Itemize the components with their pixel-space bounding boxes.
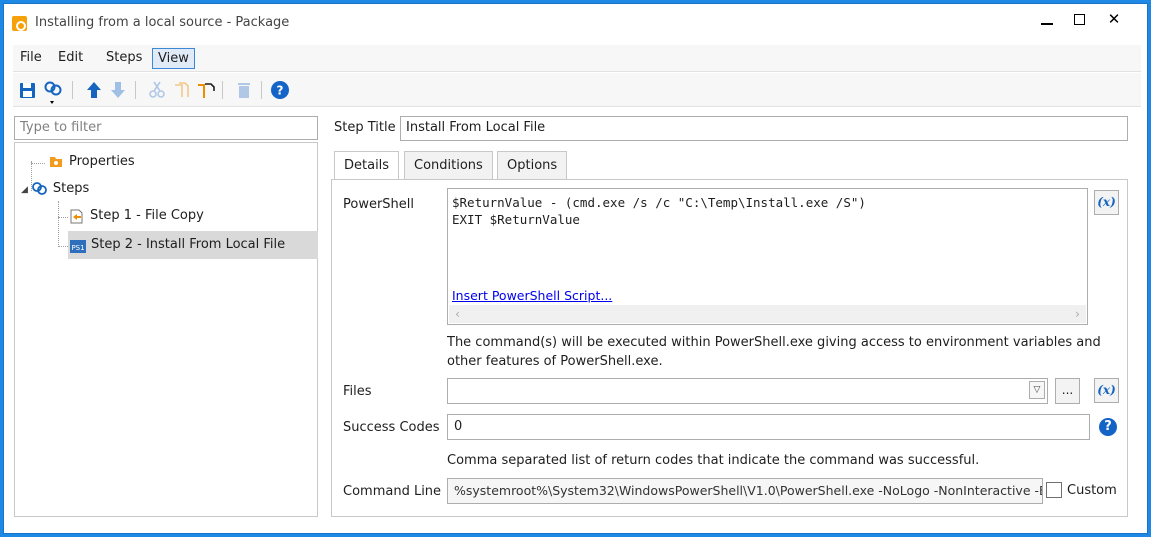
powershell-hint: The command(s) will be executed within P… [447,335,1101,369]
horizontal-scrollbar[interactable]: ‹ › [449,305,1086,323]
powershell-icon: PS1 [69,237,87,253]
title-bar[interactable]: Installing from a local source - Package… [4,4,1147,40]
move-up-icon [87,82,101,98]
copy-icon [175,82,189,97]
file-copy-icon [68,208,86,224]
tree-item-steps[interactable]: ◢ Steps [21,177,89,201]
app-window: Installing from a local source - Package… [3,3,1148,534]
cut-button[interactable] [146,79,168,101]
step-tree: Properties ◢ Steps Step 1 - File Copy PS… [14,142,318,517]
menu-edit[interactable]: Edit [53,48,88,69]
menu-steps[interactable]: Steps [101,48,147,69]
success-codes-label: Success Codes [343,420,440,435]
close-icon: ✕ [1107,10,1121,28]
toolbar-separator [72,81,73,99]
paste-icon [198,83,215,98]
powershell-code[interactable]: $ReturnValue - (cmd.exe /s /c "C:\Temp\I… [452,194,866,228]
files-combo[interactable] [447,378,1048,404]
menu-file[interactable]: File [15,48,47,69]
toolbar-separator [135,81,136,99]
paste-button[interactable] [194,79,216,101]
add-step-icon [44,81,62,104]
scroll-left-icon[interactable]: ‹ [449,306,466,322]
tab-options[interactable]: Options [497,151,568,180]
move-down-button[interactable] [107,79,129,101]
minimize-button[interactable] [1032,8,1062,32]
powershell-label: PowerShell [343,197,415,212]
step-title-input[interactable]: Install From Local File [400,116,1128,141]
custom-checkbox[interactable] [1046,482,1062,498]
window-title: Installing from a local source - Package [35,15,290,30]
tree-connector [58,201,59,247]
success-codes-input[interactable]: 0 [447,414,1090,440]
tree-item-properties[interactable]: Properties [47,150,135,174]
tree-item-label: Steps [52,181,90,196]
move-down-icon [111,82,125,98]
collapse-arrow-icon[interactable]: ◢ [21,185,28,195]
browse-files-button[interactable]: ... [1055,378,1080,404]
tree-item-label: Step 1 - File Copy [90,208,204,223]
save-button[interactable] [17,79,39,101]
step-title-label: Step Title [334,120,396,135]
command-line-label: Command Line [343,484,442,499]
svg-text:?: ? [277,84,284,98]
success-codes-hint: Comma separated list of return codes tha… [447,453,980,468]
chevron-down-icon[interactable]: ▽ [1029,381,1045,399]
minimize-icon [1041,22,1053,25]
command-line-input[interactable]: %systemroot%\System32\WindowsPowerShell\… [447,478,1043,504]
add-step-button[interactable] [42,79,64,104]
powershell-variable-button[interactable]: (x) [1094,190,1119,215]
insert-powershell-script-link[interactable]: Insert PowerShell Script... [452,288,612,303]
files-label: Files [343,384,372,399]
steps-icon [31,181,49,197]
toolbar-separator [261,81,262,99]
app-logo-icon [12,16,27,31]
tree-connector [58,246,68,247]
scroll-right-icon[interactable]: › [1069,306,1086,322]
menu-view[interactable]: View [152,48,195,69]
toolbar: ? [13,73,1141,107]
properties-icon [47,154,65,170]
maximize-button[interactable] [1064,8,1094,32]
files-variable-button[interactable]: (x) [1094,378,1119,403]
close-button[interactable]: ✕ [1099,8,1129,32]
custom-checkbox-label[interactable]: Custom [1067,483,1117,498]
delete-icon [238,83,250,98]
filter-input[interactable]: Type to filter [14,116,318,140]
move-up-button[interactable] [83,79,105,101]
tree-item-label: Step 2 - Install From Local File [91,237,286,252]
menu-bar: File Edit Steps View [13,45,1141,72]
maximize-icon [1073,14,1085,25]
tree-item-step-1[interactable]: Step 1 - File Copy [68,204,204,228]
tree-item-step-2[interactable]: PS1 Step 2 - Install From Local File [68,231,318,259]
tab-conditions[interactable]: Conditions [404,151,493,180]
toolbar-separator [222,81,223,99]
tab-details[interactable]: Details [334,151,400,181]
svg-text:PS1: PS1 [71,244,84,252]
tree-connector [58,217,68,218]
save-icon [20,83,35,98]
success-codes-help-button[interactable]: ? [1099,418,1117,436]
copy-button[interactable] [170,79,192,101]
delete-button[interactable] [233,79,255,101]
help-toolbar-button[interactable]: ? [269,79,291,101]
tree-connector [31,163,45,164]
help-icon: ? [271,81,289,99]
powershell-editor[interactable]: $ReturnValue - (cmd.exe /s /c "C:\Temp\I… [447,188,1088,325]
cut-icon [149,81,165,98]
tree-item-label: Properties [69,154,135,169]
